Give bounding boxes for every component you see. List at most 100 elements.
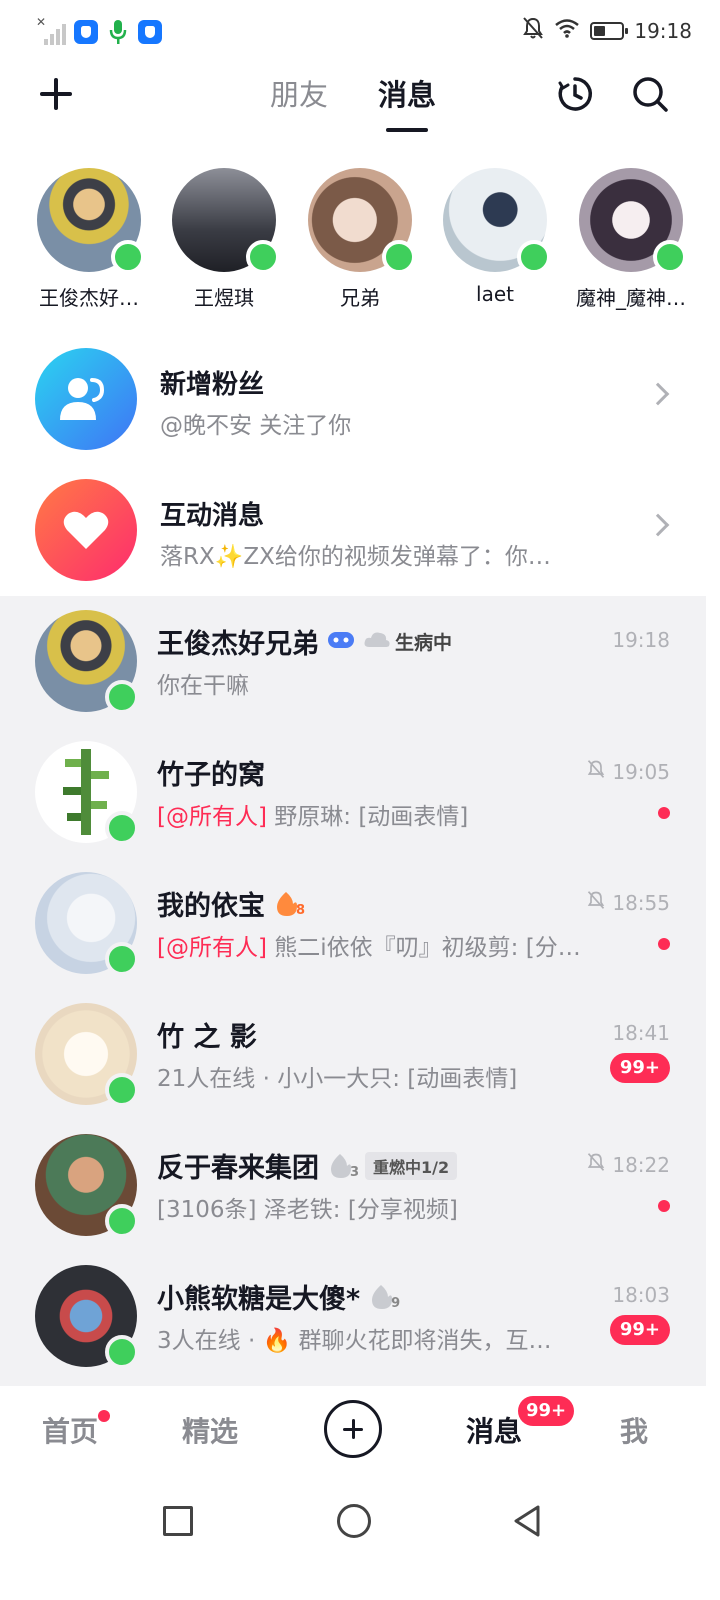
- online-indicator: [105, 1204, 139, 1238]
- chat-preview-text: 熊二i依依『叨』初级剪: [分…: [266, 935, 581, 961]
- avatar: [172, 168, 280, 274]
- avatar: [443, 168, 551, 274]
- avatar: [35, 1265, 139, 1369]
- chat-name: 小熊软糖是大傻*: [157, 1284, 361, 1315]
- story-item[interactable]: 王煜琪: [159, 168, 289, 311]
- chat-preview: [3106条] 泽老铁: [分享视频]: [157, 1197, 458, 1223]
- friends-online-strip: 王俊杰好… 王煜琪 兄弟 laet 魔神_魔神…: [0, 168, 720, 318]
- battery-icon: [590, 21, 629, 40]
- home-new-dot: [98, 1410, 110, 1422]
- back-button[interactable]: [512, 1504, 542, 1538]
- create-button[interactable]: [324, 1400, 382, 1458]
- chat-title: 反于春来集团 3 重燃中1/2: [157, 1146, 458, 1185]
- interaction-messages-row[interactable]: 互动消息 落RX✨ZX给你的视频发弹幕了：你…: [0, 465, 720, 595]
- story-name: 魔神_魔神…: [576, 286, 686, 310]
- wifi-icon: [554, 18, 580, 43]
- person-icon: [35, 348, 137, 450]
- chat-time: 18:22: [586, 1152, 670, 1177]
- avatar: [308, 168, 416, 274]
- unread-badge: 99+: [609, 1053, 670, 1083]
- mute-icon: [586, 1152, 606, 1177]
- avatar: [35, 741, 139, 845]
- unread-dot: [658, 807, 670, 819]
- status-tag-text: 生病中: [395, 632, 453, 654]
- story-name: 王煜琪: [194, 286, 254, 310]
- online-indicator: [653, 240, 687, 274]
- chat-preview: [@所有人] 熊二i依依『叨』初级剪: [分…: [157, 928, 617, 962]
- chat-list: 王俊杰好兄弟 生病中 你在干嘛 19:18 竹子的窝 [@所有人] 野原琳: […: [0, 596, 706, 1386]
- story-item[interactable]: 兄弟: [295, 168, 425, 311]
- story-name: 兄弟: [340, 286, 380, 310]
- mention-all-tag: [@所有人]: [157, 935, 267, 961]
- story-name: laet: [476, 282, 514, 306]
- status-time: 19:18: [634, 18, 692, 43]
- tab-friends[interactable]: 朋友: [270, 72, 328, 122]
- recents-button[interactable]: [163, 1506, 193, 1536]
- messages-badge: 99+: [518, 1396, 575, 1426]
- new-followers-row[interactable]: 新增粉丝 @晚不安 关注了你: [0, 334, 720, 464]
- chat-name: 竹 之 影: [157, 1022, 257, 1053]
- story-name: 王俊杰好…: [39, 286, 139, 310]
- system-nav-bar: [0, 1476, 720, 1600]
- chat-preview: 21人在线 · 小小一大只: [动画表情]: [157, 1066, 518, 1092]
- chat-time-text: 18:55: [612, 890, 670, 915]
- chat-name: 反于春来集团: [157, 1153, 319, 1184]
- mute-icon: [586, 759, 606, 784]
- nav-me[interactable]: 我: [620, 1410, 648, 1450]
- row-subtitle: @晚不安 关注了你: [160, 413, 352, 439]
- chat-title: 小熊软糖是大傻* 9: [157, 1277, 401, 1316]
- story-item[interactable]: 王俊杰好…: [24, 168, 154, 311]
- unread-dot: [658, 938, 670, 950]
- nav-home[interactable]: 首页: [42, 1410, 98, 1450]
- status-bar: ✕ 19:18: [0, 0, 720, 64]
- refresh-icon[interactable]: [555, 74, 595, 114]
- flame-count: 9: [391, 1295, 401, 1311]
- flame-count: 3: [349, 1164, 359, 1180]
- plus-icon[interactable]: [36, 74, 76, 114]
- chevron-right-icon: [646, 513, 670, 537]
- chat-name: 竹子的窝: [157, 760, 265, 791]
- avatar: [35, 610, 139, 714]
- chat-row[interactable]: 竹子的窝 [@所有人] 野原琳: [动画表情] 19:05: [0, 727, 706, 858]
- chat-time-text: 18:22: [612, 1152, 670, 1177]
- online-indicator: [105, 811, 139, 845]
- bottom-nav: 首页 精选 消息 99+ 我: [0, 1386, 720, 1476]
- chat-time: 19:05: [586, 759, 670, 784]
- chat-title: 竹 之 影: [157, 1015, 257, 1054]
- online-indicator: [105, 1335, 139, 1369]
- gamepad-icon: [327, 626, 355, 657]
- flame-icon: 3: [327, 1152, 359, 1180]
- chat-row[interactable]: 小熊软糖是大傻* 9 3人在线 · 🔥 群聊火花即将消失，互… 18:03 99…: [0, 1251, 706, 1382]
- mic-icon: [106, 18, 130, 46]
- unread-badge: 99+: [609, 1315, 670, 1345]
- chat-time: 18:41: [612, 1021, 670, 1045]
- nav-messages[interactable]: 消息: [466, 1410, 522, 1450]
- search-icon[interactable]: [630, 74, 670, 114]
- online-indicator: [105, 680, 139, 714]
- chat-row[interactable]: 王俊杰好兄弟 生病中 你在干嘛 19:18: [0, 596, 706, 727]
- chat-time: 18:03: [612, 1283, 670, 1307]
- online-indicator: [382, 240, 416, 274]
- chevron-right-icon: [646, 382, 670, 406]
- chat-title: 我的依宝 8: [157, 884, 305, 923]
- cloud-icon: [363, 629, 391, 654]
- tab-messages[interactable]: 消息: [378, 72, 436, 132]
- chat-time-text: 19:05: [612, 759, 670, 784]
- story-item[interactable]: laet: [430, 168, 560, 306]
- mention-all-tag: [@所有人]: [157, 804, 267, 830]
- online-indicator: [105, 1073, 139, 1107]
- chat-title: 王俊杰好兄弟 生病中: [157, 622, 452, 661]
- avatar: [37, 168, 145, 274]
- online-indicator: [105, 942, 139, 976]
- home-button[interactable]: [337, 1504, 371, 1538]
- unread-dot: [658, 1200, 670, 1212]
- chat-row[interactable]: 我的依宝 8 [@所有人] 熊二i依依『叨』初级剪: [分… 18:55: [0, 858, 706, 989]
- chat-row[interactable]: 反于春来集团 3 重燃中1/2 [3106条] 泽老铁: [分享视频] 18:2…: [0, 1120, 706, 1251]
- top-header: 朋友 消息: [0, 64, 720, 144]
- tab-bar: 朋友 消息: [270, 72, 436, 132]
- flame-icon: 9: [368, 1283, 401, 1311]
- chat-row[interactable]: 竹 之 影 21人在线 · 小小一大只: [动画表情] 18:41 99+: [0, 989, 706, 1120]
- signal-icon: ✕: [36, 15, 66, 45]
- story-item[interactable]: 魔神_魔神…: [566, 168, 696, 311]
- nav-featured[interactable]: 精选: [182, 1410, 238, 1450]
